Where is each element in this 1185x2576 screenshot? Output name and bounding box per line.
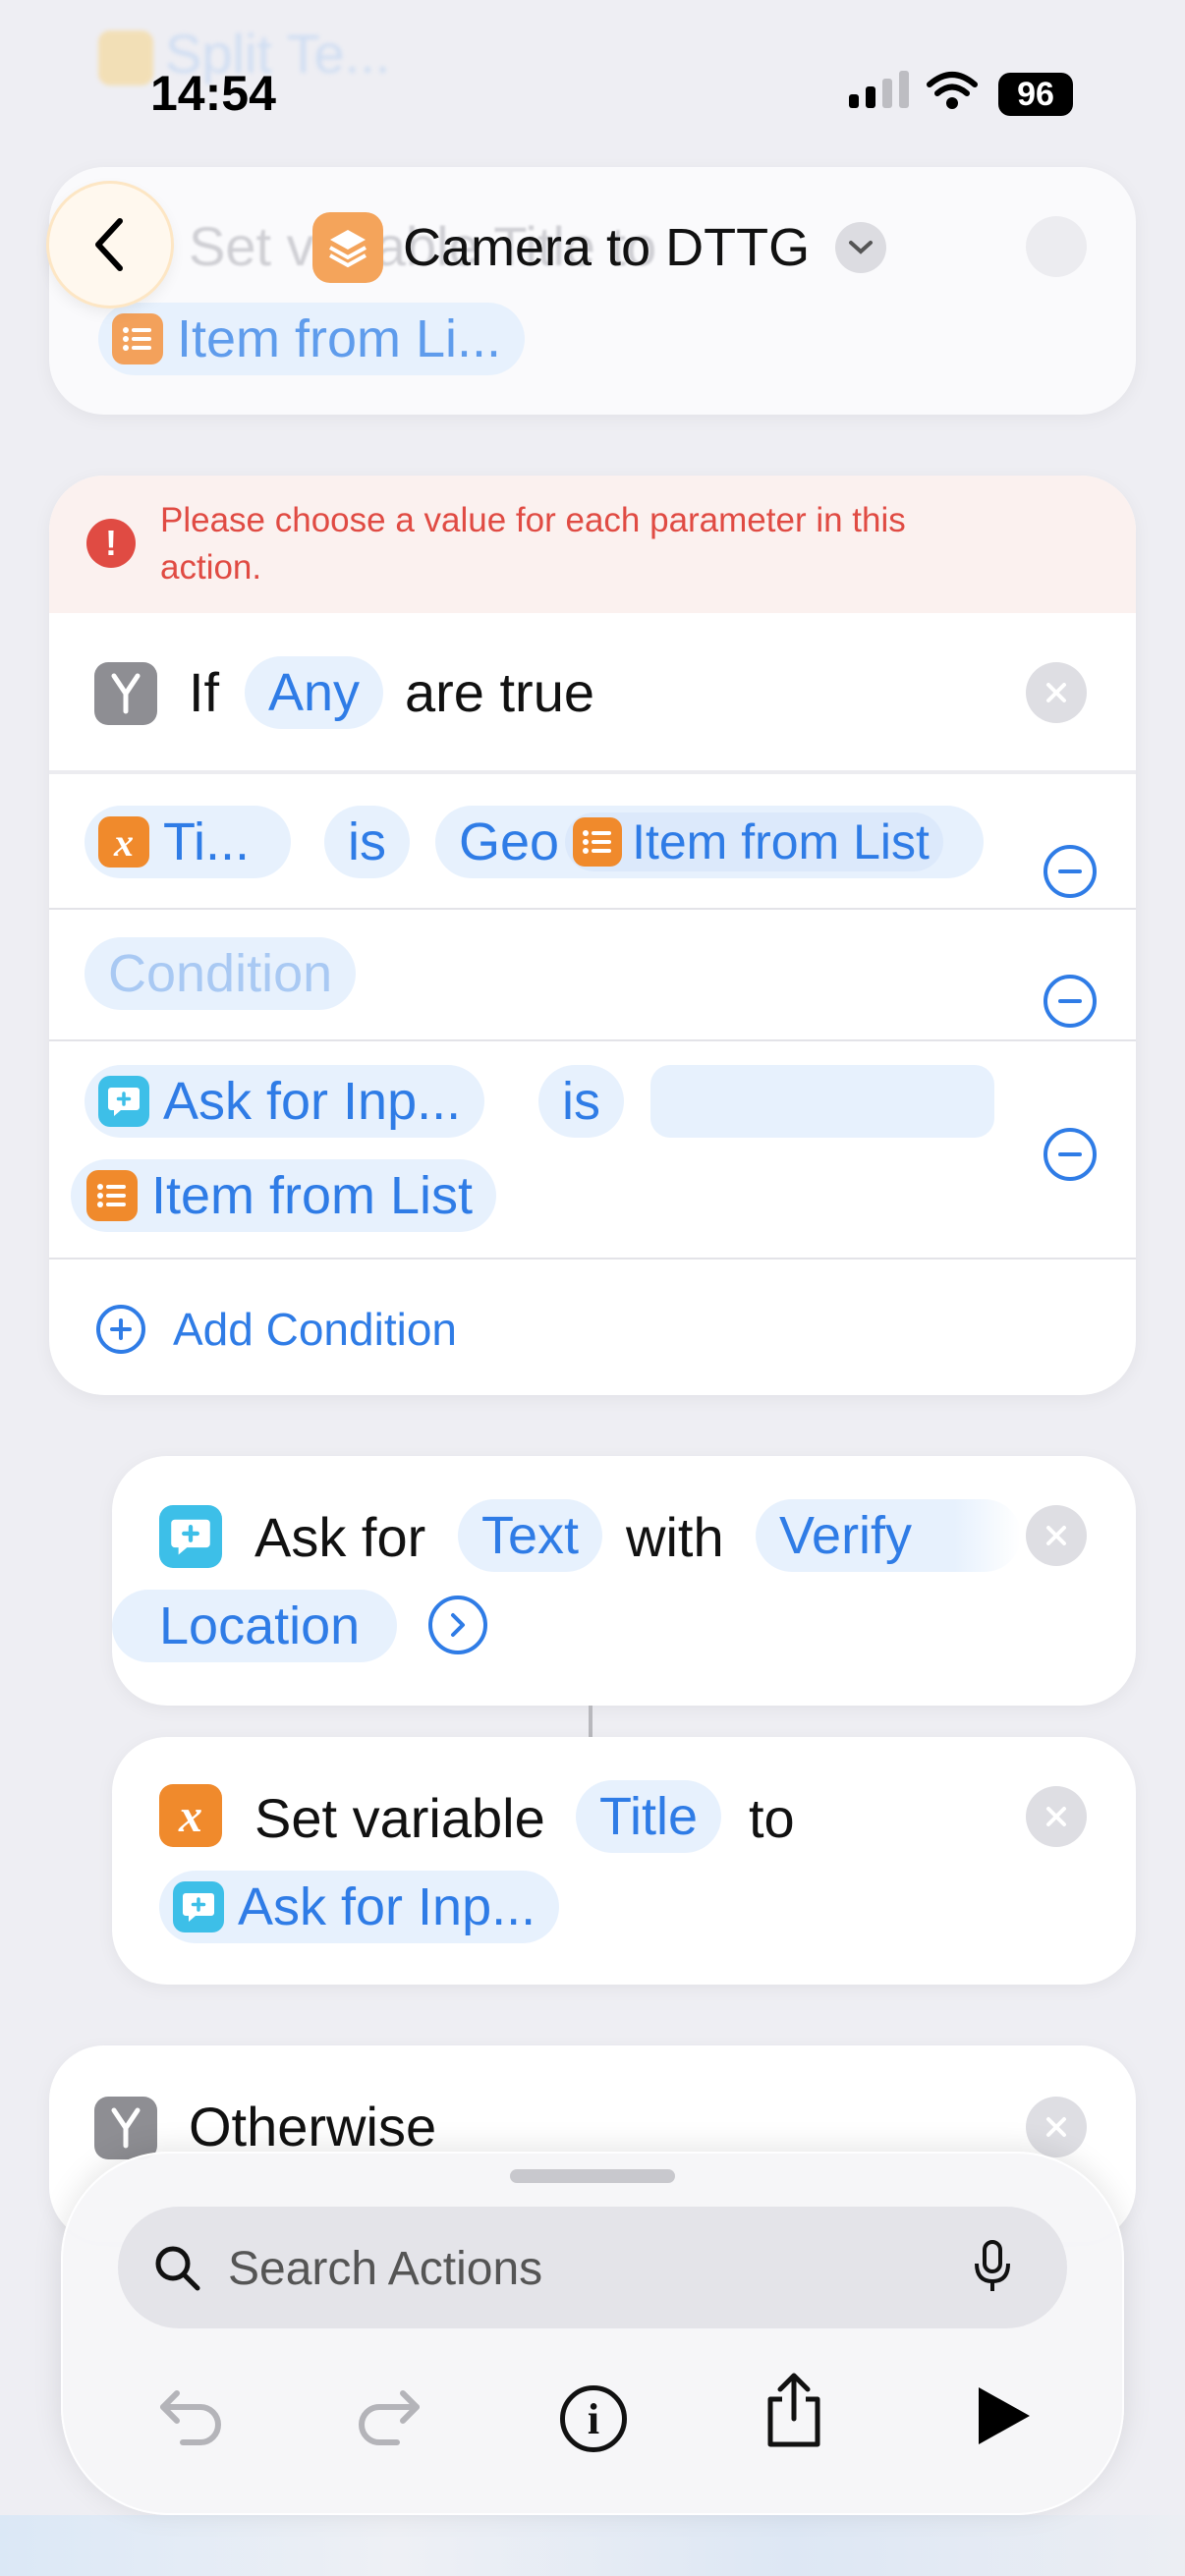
set-variable-card: x Set variable Title to Ask for Inp... <box>112 1737 1136 1985</box>
if-action-card: ! Please choose a value for each paramet… <box>49 476 1136 1395</box>
error-banner: ! Please choose a value for each paramet… <box>49 476 1136 613</box>
search-icon <box>155 2246 200 2291</box>
ask-input-value-label: Ask for Inp... <box>238 1877 536 1936</box>
item-from-list-token[interactable]: Item from List <box>565 812 943 871</box>
chevron-down-icon[interactable] <box>835 222 887 273</box>
value-field-empty[interactable] <box>650 1065 994 1138</box>
action-bottom-sheet: Search Actions i <box>61 2152 1124 2515</box>
list-icon <box>573 817 623 867</box>
page-title: Camera to DTTG <box>403 218 811 277</box>
value-field[interactable]: Geo Item from List <box>435 806 984 878</box>
battery-indicator: 96 <box>998 73 1073 116</box>
variable-x-icon: x <box>159 1784 222 1847</box>
minus-circle-icon[interactable] <box>1044 845 1097 898</box>
connector-line <box>589 1706 592 1737</box>
item-from-list-label: Item from List <box>151 1166 474 1225</box>
redo-icon[interactable] <box>356 2383 426 2452</box>
ask-input-label: Ask for Inp... <box>163 1072 462 1131</box>
prompt-pill-line1[interactable]: Verify <box>756 1499 1021 1572</box>
prev-set-variable-card[interactable]: Set variable Title to Item from Li... <box>49 167 1136 415</box>
shortcut-stack-icon <box>312 212 383 283</box>
undo-icon[interactable] <box>153 2383 224 2452</box>
add-condition-button[interactable]: Add Condition <box>96 1303 457 1356</box>
back-chevron-icon <box>95 218 123 271</box>
prev-item-pill-label: Item from Li... <box>177 309 502 368</box>
ask-for-label: Ask for <box>254 1506 426 1568</box>
wifi-icon <box>927 72 978 109</box>
otherwise-label: Otherwise <box>189 2096 437 2157</box>
is-pill[interactable]: is <box>324 806 410 878</box>
is-pill[interactable]: is <box>538 1065 624 1138</box>
title-variable-label: Ti... <box>163 812 250 871</box>
ask-input-icon <box>159 1505 222 1568</box>
shortcut-title-menu[interactable]: Camera to DTTG <box>312 212 887 283</box>
close-icon[interactable] <box>1026 216 1087 277</box>
mic-icon[interactable] <box>973 2238 1012 2297</box>
back-button[interactable] <box>49 184 171 306</box>
search-placeholder: Search Actions <box>228 2243 543 2295</box>
ask-input-icon <box>173 1881 224 1932</box>
item-from-list-pill[interactable]: Item from List <box>71 1159 497 1232</box>
geo-text: Geo <box>459 812 560 871</box>
title-variable-pill[interactable]: Title <box>576 1780 722 1853</box>
prev-item-pill[interactable]: Item from Li... <box>98 303 526 375</box>
error-message: Please choose a value for each parameter… <box>160 501 906 587</box>
prompt-pill-line2[interactable]: Location <box>112 1590 397 1662</box>
close-icon[interactable] <box>1026 662 1087 723</box>
close-icon[interactable] <box>1026 1505 1087 1566</box>
with-label: with <box>626 1506 724 1568</box>
text-type-pill[interactable]: Text <box>458 1499 603 1572</box>
set-variable-label: Set variable <box>254 1787 545 1849</box>
list-icon <box>86 1170 138 1221</box>
arrow-right-circle-icon[interactable] <box>428 1596 487 1654</box>
plus-circle-icon <box>96 1305 145 1354</box>
info-icon[interactable]: i <box>560 2385 627 2452</box>
search-actions-field[interactable]: Search Actions <box>118 2207 1067 2328</box>
minus-circle-icon[interactable] <box>1044 975 1097 1028</box>
if-branch-icon <box>94 2097 157 2159</box>
cellular-signal-icon <box>849 71 909 108</box>
if-label: If <box>189 661 220 723</box>
close-icon[interactable] <box>1026 2097 1087 2157</box>
variable-x-icon: x <box>98 816 149 868</box>
add-condition-label: Add Condition <box>173 1304 457 1355</box>
ask-input-value-pill[interactable]: Ask for Inp... <box>159 1871 560 1943</box>
list-icon <box>112 313 163 364</box>
sheet-grabber[interactable] <box>510 2169 675 2183</box>
ask-input-pill[interactable]: Ask for Inp... <box>85 1065 485 1138</box>
play-icon[interactable] <box>973 2383 1034 2448</box>
ghost-text-icon <box>98 30 153 86</box>
condition-placeholder[interactable]: Condition <box>85 937 357 1010</box>
item-from-list-label: Item from List <box>632 814 930 869</box>
faded-background-content <box>0 2515 1185 2576</box>
ask-input-icon <box>98 1076 149 1127</box>
close-icon[interactable] <box>1026 1786 1087 1847</box>
to-label: to <box>749 1787 795 1849</box>
if-branch-icon <box>94 662 157 725</box>
ask-for-input-card: Ask for Text with Verify Location <box>112 1456 1136 1706</box>
are-true-label: are true <box>405 661 594 723</box>
share-icon[interactable] <box>762 2370 825 2448</box>
status-time: 14:54 <box>150 66 276 121</box>
any-pill[interactable]: Any <box>245 656 384 729</box>
minus-circle-icon[interactable] <box>1044 1128 1097 1181</box>
title-variable-pill[interactable]: x Ti... <box>85 806 291 878</box>
alert-icon: ! <box>86 519 136 568</box>
